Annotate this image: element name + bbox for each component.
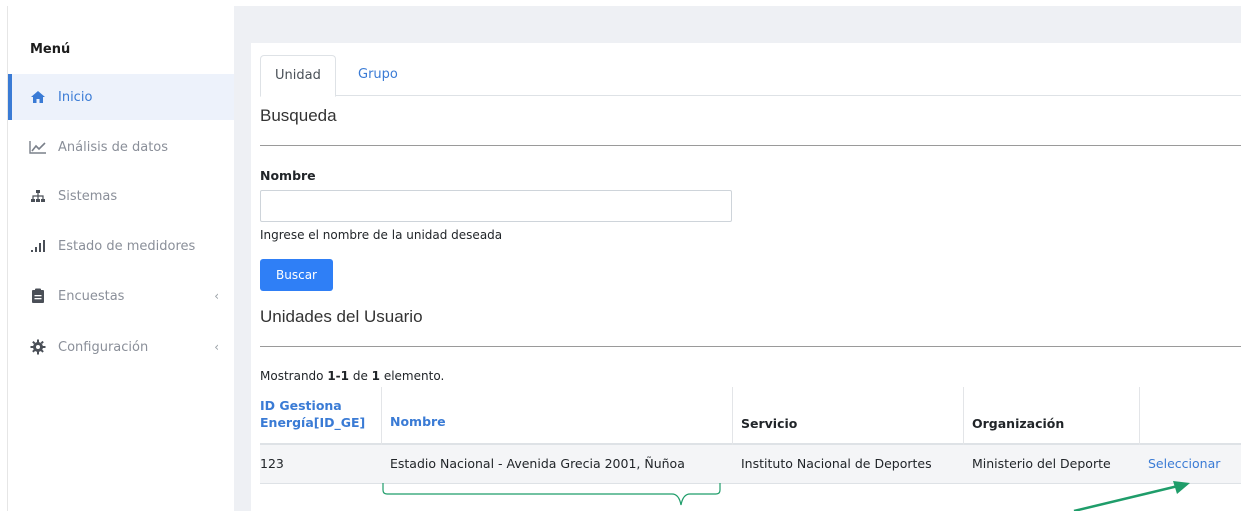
tab-unidad[interactable]: Unidad <box>260 55 336 97</box>
column-header-id[interactable]: ID Gestiona Energía[ID_GE] <box>254 397 382 431</box>
column-header-nombre[interactable]: Nombre <box>384 414 452 429</box>
cell-organizacion: Ministerio del Deporte <box>972 456 1111 471</box>
cell-id: 123 <box>260 456 284 471</box>
cell-nombre: Estadio Nacional - Avenida Grecia 2001, … <box>390 456 685 471</box>
sidebar: Menú Inicio Análisis de datos Sistemas E… <box>7 6 235 511</box>
chevron-left-icon: ‹ <box>214 340 219 354</box>
home-icon <box>28 89 48 105</box>
chart-line-icon <box>28 139 48 155</box>
results-summary: Mostrando 1-1 de 1 elemento. <box>260 369 445 383</box>
column-header-servicio: Servicio <box>741 416 798 431</box>
tab-grupo[interactable]: Grupo <box>344 55 412 95</box>
sidebar-item-inicio[interactable]: Inicio <box>8 74 235 120</box>
sidebar-item-label: Encuestas <box>58 288 125 304</box>
sidebar-item-label: Configuración <box>58 339 149 355</box>
table-header: ID Gestiona Energía[ID_GE] Nombre Servic… <box>260 387 1241 445</box>
sidebar-item-label: Estado de medidores <box>58 238 196 254</box>
buscar-button[interactable]: Buscar <box>260 259 333 291</box>
search-section-title: Busqueda <box>260 106 337 125</box>
sitemap-icon <box>28 188 48 204</box>
gear-icon <box>28 339 48 355</box>
sidebar-item-label: Sistemas <box>58 188 118 204</box>
menu-title: Menú <box>30 42 71 57</box>
sidebar-item-encuestas[interactable]: Encuestas ‹ <box>8 273 235 319</box>
nombre-input[interactable] <box>260 190 732 222</box>
chevron-left-icon: ‹ <box>214 289 219 303</box>
table-row: 123 Estadio Nacional - Avenida Grecia 20… <box>260 445 1241 484</box>
sidebar-item-label: Análisis de datos <box>58 139 169 155</box>
sidebar-item-sistemas[interactable]: Sistemas <box>8 173 235 219</box>
sidebar-item-analisis[interactable]: Análisis de datos <box>8 124 235 170</box>
sidebar-item-configuracion[interactable]: Configuración ‹ <box>8 324 235 370</box>
clipboard-icon <box>28 288 48 304</box>
tab-bar: Unidad Grupo <box>260 55 1241 97</box>
seleccionar-link[interactable]: Seleccionar <box>1142 445 1241 483</box>
cell-servicio: Instituto Nacional de Deportes <box>741 456 932 471</box>
sidebar-item-label: Inicio <box>58 89 93 105</box>
units-section-title: Unidades del Usuario <box>260 307 423 326</box>
column-header-organizacion: Organización <box>972 416 1065 431</box>
nombre-label: Nombre <box>260 168 316 183</box>
sidebar-item-estado-medidores[interactable]: Estado de medidores <box>8 223 235 269</box>
divider <box>260 346 1241 347</box>
signal-icon <box>28 238 48 254</box>
nombre-hint: Ingrese el nombre de la unidad deseada <box>260 228 503 242</box>
divider <box>260 145 1241 146</box>
